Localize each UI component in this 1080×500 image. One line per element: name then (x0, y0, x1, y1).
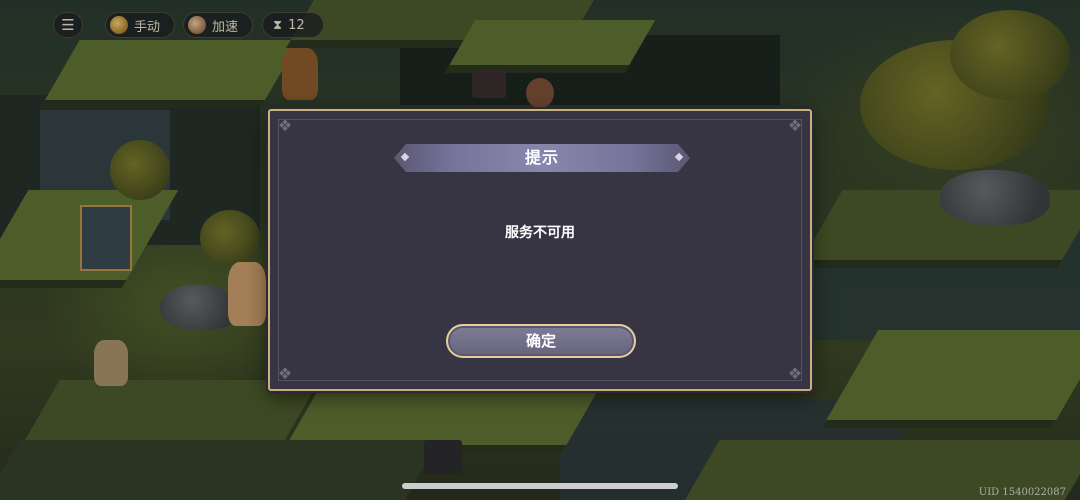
alert-dialog: ❖ ❖ ❖ ❖ 提示 服务不可用 确定 (268, 109, 812, 391)
ornament-icon: ❖ (787, 364, 803, 383)
user-id: UID 1540022087 (978, 487, 1066, 498)
ornament-icon: ❖ (277, 116, 293, 135)
dialog-title: 提示 (524, 148, 559, 167)
dialog-message: 服务不可用 (505, 225, 575, 241)
home-indicator[interactable] (402, 483, 678, 489)
confirm-button[interactable]: 确定 (446, 324, 636, 358)
ornament-icon: ❖ (787, 116, 803, 135)
dialog-title-bar: 提示 (394, 144, 690, 172)
ornament-icon: ❖ (277, 364, 293, 383)
